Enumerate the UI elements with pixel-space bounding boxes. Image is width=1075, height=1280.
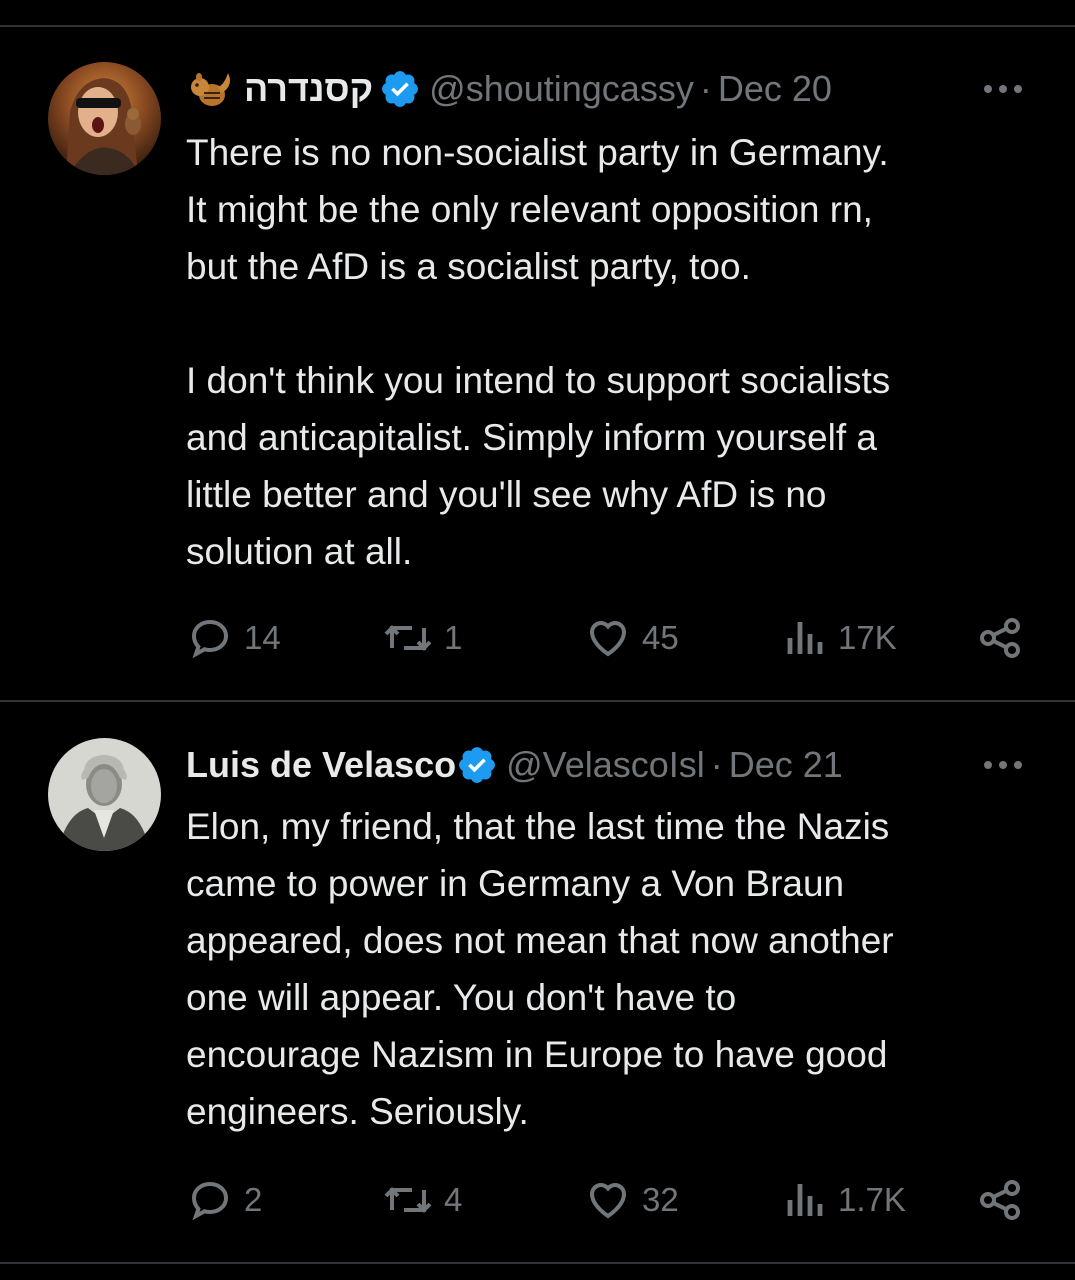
- like-count: 45: [642, 619, 679, 656]
- text-line: appeared, does not mean that now another: [186, 920, 894, 961]
- views-button[interactable]: 17K: [784, 613, 897, 663]
- reply-button[interactable]: 2: [186, 1175, 262, 1225]
- text-line: but the AfD is a socialist party, too.: [186, 246, 751, 287]
- share-icon: [980, 1180, 1020, 1220]
- tweet-text: There is no non-socialist party in Germa…: [186, 124, 1036, 580]
- text-line: There is no non-socialist party in Germa…: [186, 132, 889, 173]
- handle[interactable]: @shoutingcassy: [429, 68, 694, 110]
- text-line: I don't think you intend to support soci…: [186, 360, 891, 401]
- share-button[interactable]: [976, 613, 1024, 663]
- repost-count: 4: [444, 1181, 463, 1218]
- views-icon: [787, 622, 823, 654]
- tweet-text: Elon, my friend, that the last time the …: [186, 798, 1036, 1140]
- repost-button[interactable]: 4: [382, 1175, 462, 1225]
- timestamp[interactable]: Dec 21: [729, 744, 843, 786]
- avatar[interactable]: [48, 738, 161, 851]
- share-button[interactable]: [976, 1175, 1024, 1225]
- share-icon: [980, 618, 1020, 658]
- text-line: one will appear. You don't have to: [186, 977, 737, 1018]
- top-divider: [0, 25, 1075, 27]
- repost-icon: [384, 1187, 432, 1213]
- reply-icon: [191, 1181, 229, 1221]
- more-icon[interactable]: [979, 64, 1027, 114]
- tweet-header: קסנדרה @shoutingcassy · Dec 20: [186, 64, 1025, 114]
- text-line: solution at all.: [186, 531, 413, 572]
- text-line: Elon, my friend, that the last time the …: [186, 806, 890, 847]
- verified-badge-icon: [459, 747, 496, 783]
- timestamp[interactable]: Dec 20: [718, 68, 832, 110]
- like-count: 32: [642, 1181, 679, 1218]
- views-count: 1.7K: [838, 1181, 906, 1218]
- repost-icon: [384, 625, 432, 651]
- avatar[interactable]: [48, 62, 161, 175]
- action-bar: 2 4 32 1.7K: [186, 1175, 1036, 1225]
- like-button[interactable]: 32: [584, 1175, 679, 1225]
- reply-button[interactable]: 14: [186, 613, 281, 663]
- tweet-divider: [0, 700, 1075, 702]
- separator: ·: [699, 68, 712, 109]
- tweet-header: Luis de Velasco @VelascoIsl · Dec 21: [186, 740, 1025, 790]
- like-icon: [589, 1183, 627, 1219]
- handle[interactable]: @VelascoIsl: [506, 744, 705, 786]
- separator: ·: [710, 744, 723, 785]
- reply-count: 2: [244, 1181, 263, 1218]
- text-line: little better and you'll see why AfD is …: [186, 474, 827, 515]
- text-line: encourage Nazism in Europe to have good: [186, 1034, 888, 1075]
- reply-count: 14: [244, 619, 281, 656]
- views-count: 17K: [838, 619, 897, 656]
- like-button[interactable]: 45: [584, 613, 679, 663]
- views-icon: [787, 1184, 823, 1216]
- bottom-divider: [0, 1262, 1075, 1264]
- repost-button[interactable]: 1: [382, 613, 462, 663]
- display-name[interactable]: קסנדרה: [244, 68, 373, 110]
- display-name[interactable]: Luis de Velasco: [186, 744, 456, 786]
- text-line: engineers. Seriously.: [186, 1091, 529, 1132]
- text-line-blank: [186, 295, 1036, 352]
- action-bar: 14 1 45 17K: [186, 613, 1036, 663]
- chipmunk-icon: [191, 73, 230, 106]
- more-icon[interactable]: [979, 740, 1027, 790]
- text-line: came to power in Germany a Von Braun: [186, 863, 845, 904]
- repost-count: 1: [444, 619, 463, 656]
- text-line: and anticapitalist. Simply inform yourse…: [186, 417, 877, 458]
- views-button[interactable]: 1.7K: [784, 1175, 906, 1225]
- verified-badge-icon: [382, 71, 419, 107]
- reply-icon: [191, 619, 229, 659]
- timeline: קסנדרה @shoutingcassy · Dec 20 There is …: [0, 0, 1075, 1280]
- text-line: It might be the only relevant opposition…: [186, 189, 873, 230]
- like-icon: [589, 621, 627, 657]
